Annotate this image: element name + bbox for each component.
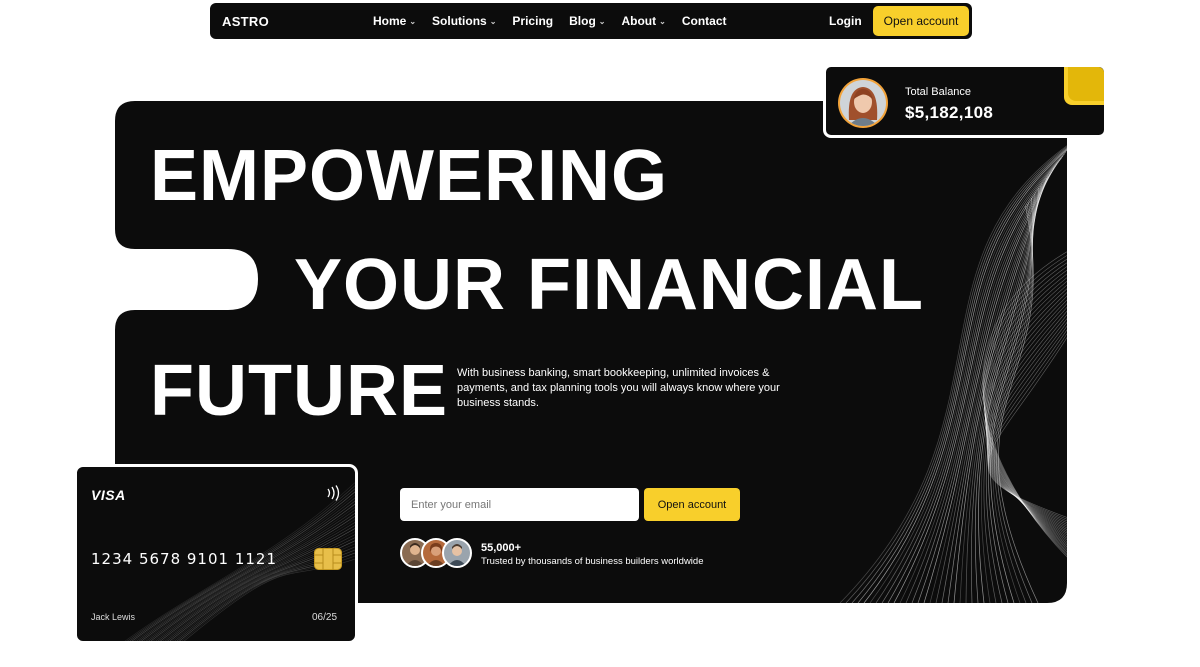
page: EMPOWERING YOUR FINANCIAL FUTURE With bu… — [0, 0, 1200, 667]
nav-item-pricing[interactable]: Pricing — [512, 14, 553, 28]
brand-logo[interactable]: ASTRO — [222, 14, 269, 29]
hero-description: With business banking, smart bookkeeping… — [457, 367, 780, 409]
hero-title-line-3: FUTURE — [150, 351, 448, 431]
balance-card-accent — [1064, 67, 1104, 105]
hero-title-line-2: YOUR FINANCIAL — [294, 245, 924, 325]
card-number: 1234 5678 9101 1121 — [91, 550, 277, 568]
card-brand: VISA — [91, 487, 126, 503]
total-balance-card: Total Balance $5,182,108 — [823, 64, 1107, 138]
card-holder-name: Jack Lewis — [91, 612, 136, 622]
balance-label: Total Balance — [905, 86, 972, 98]
nav-item-solutions[interactable]: Solutions ⌄ — [432, 14, 496, 28]
credit-card: VISA 1234 5678 9101 1121 Jack Lewis 06/2… — [74, 464, 358, 644]
card-expiry: 06/25 — [312, 612, 338, 623]
trust-text: Trusted by thousands of business builder… — [481, 556, 704, 567]
nav-item-label: About — [621, 14, 657, 28]
card-chip-icon — [314, 548, 342, 570]
contactless-icon — [327, 485, 340, 501]
nav-item-label: Solutions — [432, 14, 487, 28]
balance-amount: $5,182,108 — [905, 103, 994, 122]
top-navbar: ASTRO Home ⌄ Solutions ⌄ Pricing Blog ⌄ Abo… — [210, 3, 972, 39]
nav-item-label: Pricing — [512, 14, 554, 28]
trust-count: 55,000+ — [481, 542, 522, 554]
email-input[interactable] — [400, 488, 639, 521]
avatar — [838, 78, 888, 128]
hero-title-line-1: EMPOWERING — [150, 136, 669, 216]
chevron-down-icon: ⌄ — [598, 16, 606, 26]
user-avatar — [442, 538, 472, 568]
nav-item-label: Contact — [681, 14, 727, 28]
trusted-users-avatars — [400, 538, 475, 570]
chevron-down-icon: ⌄ — [409, 16, 417, 26]
nav-open-account-button[interactable]: Open account — [873, 6, 969, 36]
login-link[interactable]: Login — [829, 14, 862, 28]
nav-item-label: Blog — [569, 14, 596, 28]
nav-menu: Home ⌄ Solutions ⌄ Pricing Blog ⌄ About ⌄ Co… — [373, 14, 727, 28]
nav-item-contact[interactable]: Contact — [682, 14, 727, 28]
nav-item-home[interactable]: Home ⌄ — [373, 14, 416, 28]
nav-item-about[interactable]: About ⌄ — [621, 14, 665, 28]
nav-item-label: Home — [373, 14, 407, 28]
hero-open-account-button[interactable]: Open account — [644, 488, 740, 521]
nav-item-blog[interactable]: Blog ⌄ — [569, 14, 605, 28]
chevron-down-icon: ⌄ — [489, 16, 497, 26]
chevron-down-icon: ⌄ — [659, 16, 666, 26]
